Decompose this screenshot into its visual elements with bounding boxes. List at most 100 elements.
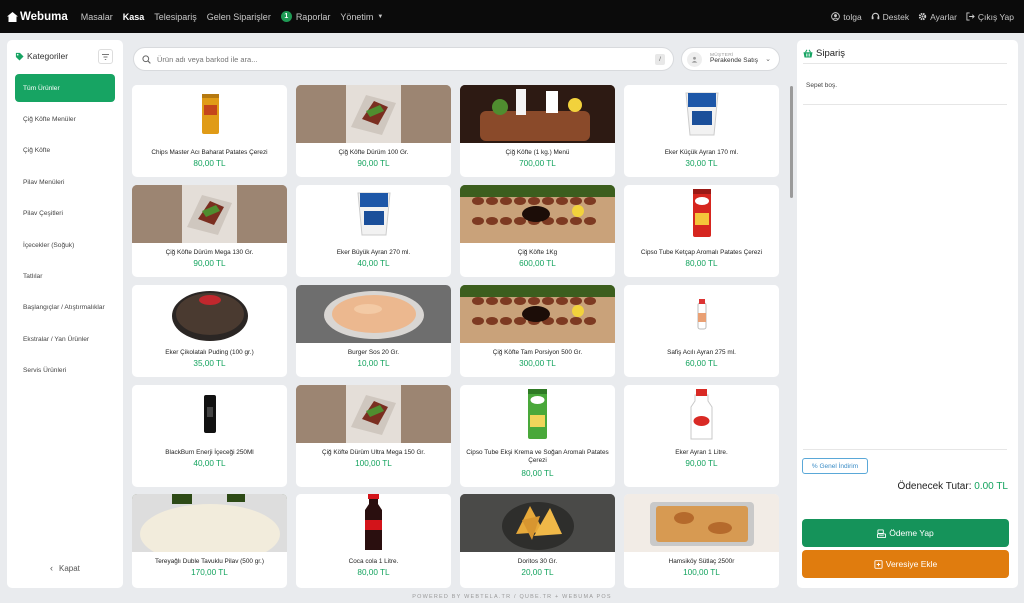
product-price: 40,00 TL — [193, 459, 226, 468]
ledger-icon — [874, 559, 883, 569]
product-card[interactable]: Coca cola 1 Litre. 80,00 TL — [296, 494, 451, 588]
nav-link-label: Gelen Siparişler — [206, 11, 271, 22]
logout-icon — [966, 12, 975, 21]
user-name: tolga — [843, 11, 862, 22]
pay-button[interactable]: Ödeme Yap — [802, 519, 1009, 547]
product-card[interactable]: Cipso Tube Ekşi Krema ve Soğan Aromalı P… — [460, 385, 615, 487]
product-card[interactable]: Çiğ Köfte Dürüm Ultra Mega 150 Gr. 100,00… — [296, 385, 451, 487]
divider — [803, 449, 1007, 450]
nav-link-kasa[interactable]: Kasa — [123, 12, 145, 22]
category-item[interactable]: Ekstralar / Yan Ürünler — [15, 325, 115, 353]
brand-logo[interactable]: Webuma — [7, 11, 68, 23]
support-link[interactable]: Destek — [871, 12, 909, 22]
category-item[interactable]: Çiğ Köfte Menüler — [15, 105, 115, 133]
product-card[interactable]: BlackBurn Enerji İçeceği 250Ml 40,00 TL — [132, 385, 287, 487]
category-item[interactable]: Başlangıçlar / Atıştırmalıklar — [15, 294, 115, 322]
product-name: Eker Ayran 1 Litre. — [675, 449, 728, 456]
nav-link-gelen-sipari-ler[interactable]: Gelen Siparişler — [207, 12, 271, 22]
category-item[interactable]: Tüm Ürünler — [15, 74, 115, 102]
product-image — [296, 85, 451, 143]
nav-link-masalar[interactable]: Masalar — [81, 12, 113, 22]
product-card[interactable]: Safiş Acılı Ayran 275 ml. 60,00 TL — [624, 285, 779, 377]
product-image — [132, 385, 287, 443]
product-name: Cipso Tube Ekşi Krema ve Soğan Aromalı P… — [466, 449, 609, 464]
pay-label: Ödeme Yap — [889, 528, 934, 538]
total-label: Ödenecek Tutar: — [897, 481, 972, 492]
customer-select[interactable]: MÜŞTERİ Perakende Satış ⌄ — [681, 47, 780, 71]
product-image — [624, 385, 779, 443]
product-card[interactable]: Eker Çikolatalı Puding (100 gr.) 35,00 TL — [132, 285, 287, 377]
product-name: Doritos 30 Gr. — [517, 558, 558, 565]
product-image — [624, 185, 779, 243]
product-image — [460, 85, 615, 143]
gear-icon — [918, 12, 927, 21]
logout-link[interactable]: Çıkış Yap — [966, 12, 1014, 22]
product-image — [296, 185, 451, 243]
product-image — [624, 85, 779, 143]
product-grid-scrollbar[interactable] — [790, 86, 793, 198]
sort-button[interactable] — [98, 49, 113, 64]
product-card[interactable]: Çiğ Köfte (1 kg.) Menü 700,00 TL — [460, 85, 615, 177]
general-discount-button[interactable]: % Genel İndirim — [802, 458, 868, 474]
tag-icon — [15, 52, 24, 61]
product-card[interactable]: Doritos 30 Gr. 20,00 TL — [460, 494, 615, 588]
category-item[interactable]: Çiğ Köfte — [15, 137, 115, 165]
product-card[interactable]: Burger Sos 20 Gr. 10,00 TL — [296, 285, 451, 377]
product-name: Coca cola 1 Litre. — [348, 558, 399, 565]
sort-icon — [102, 53, 109, 60]
headset-icon — [871, 12, 879, 20]
settings-link[interactable]: Ayarlar — [918, 12, 957, 22]
product-image — [460, 185, 615, 243]
category-item[interactable]: Pilav Çeşitleri — [15, 200, 115, 228]
product-card[interactable]: Chips Master Acı Baharat Patates Çerezi 8… — [132, 85, 287, 177]
nav-badge: 1 — [280, 11, 292, 22]
product-price: 90,00 TL — [357, 159, 390, 168]
nav-link-y-netim[interactable]: Yönetim ▼ — [340, 12, 383, 22]
product-image — [460, 385, 615, 443]
product-card[interactable]: Çiğ Köfte 1Kg 600,00 TL — [460, 185, 615, 277]
product-grid: Chips Master Acı Baharat Patates Çerezi 8… — [127, 80, 789, 588]
top-navbar: Webuma Masalar Kasa Telesipariş Gelen Sipar… — [0, 0, 1024, 33]
product-name: BlackBurn Enerji İçeceği 250Ml — [165, 449, 254, 456]
product-price: 100,00 TL — [355, 459, 392, 468]
product-name: Eker Çikolatalı Puding (100 gr.) — [165, 349, 254, 356]
collapse-sidebar-button[interactable]: ‹ Kapat — [50, 563, 80, 573]
category-item[interactable]: Tatlılar — [15, 262, 115, 290]
product-price: 80,00 TL — [357, 568, 390, 577]
product-price: 90,00 TL — [685, 459, 718, 468]
product-price: 600,00 TL — [519, 259, 556, 268]
category-item[interactable]: Pilav Menüleri — [15, 168, 115, 196]
product-card[interactable]: Çiğ Köfte Dürüm Mega 130 Gr. 90,00 TL — [132, 185, 287, 277]
search-icon — [142, 54, 151, 64]
nav-link-label: Raporlar — [295, 11, 331, 22]
order-title: Sipariş — [816, 48, 846, 59]
product-card[interactable]: Çiğ Köfte Dürüm 100 Gr. 90,00 TL — [296, 85, 451, 177]
product-card[interactable]: Cipso Tube Ketçap Aromalı Patates Çerezi… — [624, 185, 779, 277]
product-price: 35,00 TL — [193, 359, 226, 368]
product-card[interactable]: Eker Büyük Ayran 270 ml. 40,00 TL — [296, 185, 451, 277]
caret-down-icon: ▼ — [377, 13, 384, 20]
nav-link-raporlar[interactable]: 1 Raporlar — [280, 11, 331, 22]
product-card[interactable]: Çiğ Köfte Tam Porsiyon 500 Gr. 300,00 TL — [460, 285, 615, 377]
product-image — [132, 285, 287, 343]
product-card[interactable]: Hamsiköy Sütlaç 2500r 100,00 TL — [624, 494, 779, 588]
product-price: 10,00 TL — [357, 359, 390, 368]
product-price: 90,00 TL — [193, 259, 226, 268]
nav-link-telesipari-[interactable]: Telesipariş — [154, 12, 197, 22]
logout-label: Çıkış Yap — [977, 11, 1014, 22]
user-menu[interactable]: tolga — [831, 11, 862, 22]
category-item[interactable]: İçecekler (Soğuk) — [15, 231, 115, 259]
product-card[interactable]: Eker Ayran 1 Litre. 90,00 TL — [624, 385, 779, 487]
basket-icon — [803, 49, 813, 58]
product-price: 700,00 TL — [519, 159, 556, 168]
product-card[interactable]: Eker Küçük Ayran 170 ml. 30,00 TL — [624, 85, 779, 177]
add-credit-button[interactable]: Veresiye Ekle — [802, 550, 1009, 578]
user-nav: tolga Destek Ayarlar Çıkış Yap — [822, 0, 1014, 33]
category-item[interactable]: Servis Ürünleri — [15, 357, 115, 385]
product-image — [132, 494, 287, 552]
home-icon — [7, 11, 18, 22]
user-icon — [831, 12, 841, 21]
product-card[interactable]: Tereyağlı Duble Tavuklu Pilav (500 gr.) 1… — [132, 494, 287, 588]
product-image — [296, 285, 451, 343]
search-input[interactable] — [157, 54, 637, 64]
